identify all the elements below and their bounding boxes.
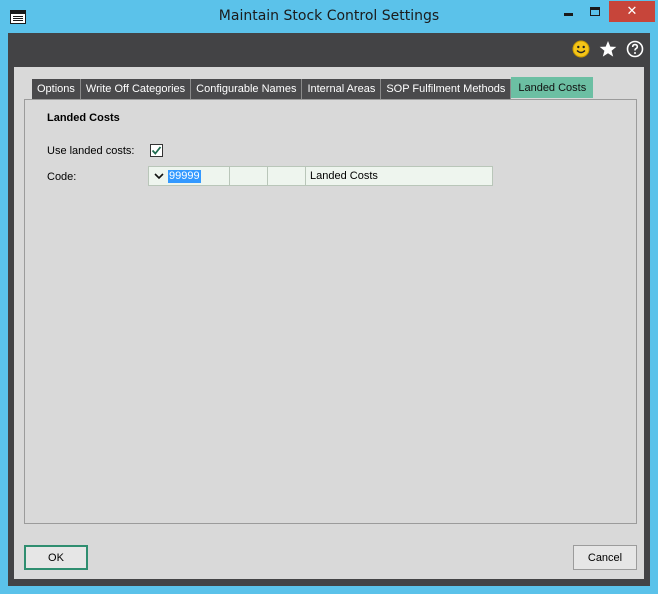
code-label: Code: [47,171,77,183]
code-field: 99999 Landed Costs [148,166,493,186]
settings-panel: Options Write Off Categories Configurabl… [14,67,644,579]
code-value: 99999 [168,170,201,183]
tab-label: Landed Costs [518,81,587,94]
window-titlebar: Maintain Stock Control Settings ✕ [0,0,658,33]
tab-label: SOP Fulfilment Methods [386,83,506,95]
ok-button[interactable]: OK [24,545,88,570]
toolbar [571,39,644,58]
tab-sop-fulfilment-methods[interactable]: SOP Fulfilment Methods [381,79,512,99]
maximize-icon [590,7,600,16]
smiley-icon[interactable] [571,39,590,58]
tab-label: Internal Areas [307,83,376,95]
close-icon: ✕ [626,4,638,19]
tab-write-off-categories[interactable]: Write Off Categories [80,79,192,99]
use-landed-costs-label: Use landed costs: [47,145,135,157]
tab-strip: Options Write Off Categories Configurabl… [32,77,594,99]
cancel-button[interactable]: Cancel [573,545,637,570]
checkmark-icon [151,146,162,155]
tab-internal-areas[interactable]: Internal Areas [302,79,382,99]
code-name-field: Landed Costs [306,166,493,186]
tab-label: Configurable Names [196,83,297,95]
window-client-area: Options Write Off Categories Configurabl… [8,33,650,586]
code-dropdown-button[interactable] [148,166,168,186]
code-segment-2[interactable] [230,166,268,186]
help-icon[interactable] [625,39,644,58]
landed-costs-tab-page: Landed Costs Use landed costs: Code: 999… [24,99,637,524]
use-landed-costs-checkbox[interactable] [150,144,163,157]
tab-label: Write Off Categories [85,83,186,95]
code-input[interactable]: 99999 [168,166,230,186]
minimize-icon [563,13,573,16]
code-segment-3[interactable] [268,166,306,186]
section-title: Landed Costs [47,112,120,124]
star-icon[interactable] [598,39,617,58]
chevron-down-icon [153,173,164,180]
tab-configurable-names[interactable]: Configurable Names [191,79,303,99]
tab-label: Options [37,83,75,95]
close-button[interactable]: ✕ [609,1,655,22]
maximize-button[interactable] [582,1,608,22]
minimize-button[interactable] [555,1,581,22]
tab-landed-costs[interactable]: Landed Costs [511,77,594,98]
tab-options[interactable]: Options [32,79,81,99]
